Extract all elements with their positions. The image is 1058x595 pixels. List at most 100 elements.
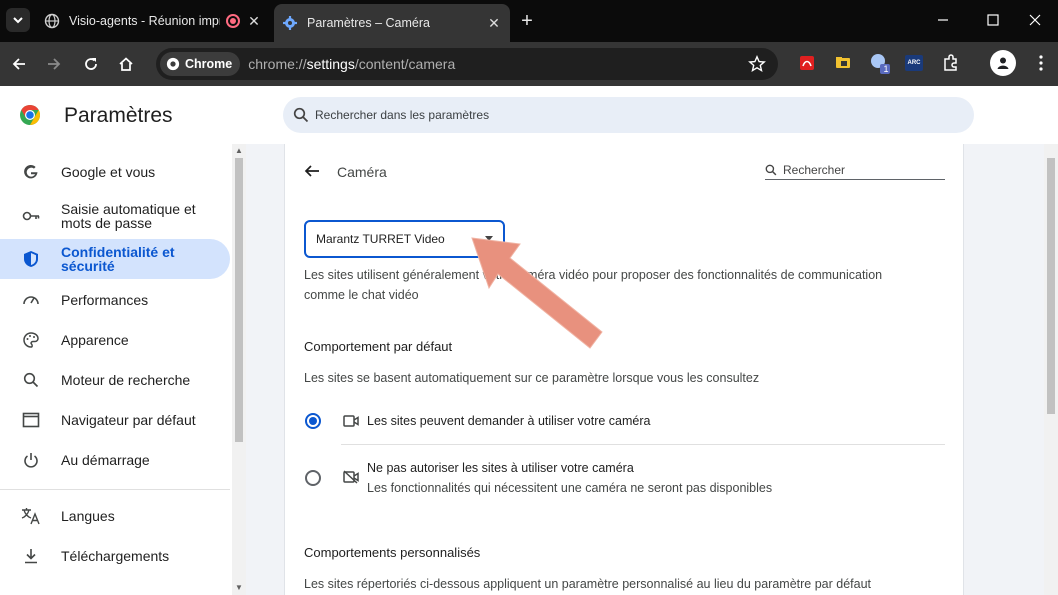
search-placeholder: Rechercher <box>783 162 846 177</box>
minimize-button[interactable] <box>920 0 966 40</box>
browser-icon <box>21 410 41 430</box>
default-behavior-subtitle: Les sites se basent automatiquement sur … <box>304 371 760 385</box>
globe-icon <box>44 13 60 29</box>
home-button[interactable] <box>112 50 140 78</box>
download-icon <box>21 546 41 566</box>
site-search-input[interactable]: Rechercher <box>765 160 945 180</box>
close-window-button[interactable] <box>1012 0 1058 40</box>
key-icon <box>21 206 41 226</box>
browser-toolbar: Chrome chrome://settings/content/camera … <box>0 42 1058 86</box>
option-divider <box>341 444 945 445</box>
recording-icon <box>226 14 240 28</box>
camera-description: Les sites utilisent généralement votre c… <box>304 268 883 302</box>
url-text: chrome://settings/content/camera <box>248 56 456 72</box>
search-icon <box>21 370 41 390</box>
sidebar-scrollbar[interactable]: ▲ ▼ <box>232 144 246 595</box>
new-tab-button[interactable]: + <box>516 10 538 32</box>
extension-badge: 1 <box>883 64 889 74</box>
translate-icon <box>21 506 41 526</box>
home-icon <box>119 57 133 71</box>
close-icon <box>1029 14 1041 26</box>
profile-avatar-icon[interactable] <box>990 50 1016 76</box>
shield-icon <box>21 249 41 269</box>
sidebar-item-appearance[interactable]: Apparence <box>0 327 230 353</box>
maximize-icon <box>987 14 999 26</box>
chevron-down-icon <box>13 17 23 24</box>
scroll-up-icon[interactable]: ▲ <box>235 147 243 155</box>
reload-icon <box>85 58 97 70</box>
arc-extension-icon[interactable]: ARC <box>903 52 925 74</box>
sidebar-item-downloads[interactable]: Téléchargements <box>0 543 230 569</box>
address-bar[interactable]: Chrome chrome://settings/content/camera <box>156 48 778 80</box>
page-title: Paramètres <box>64 104 173 127</box>
tab-strip: Visio-agents - Réunion impr ✕ Paramètres… <box>0 0 1058 42</box>
settings-gear-icon <box>282 15 298 31</box>
google-icon <box>21 162 41 182</box>
custom-behaviors-subtitle: Les sites répertoriés ci-dessous appliqu… <box>304 577 871 591</box>
folder-extension-icon[interactable] <box>832 52 854 74</box>
palette-icon <box>21 330 41 350</box>
arrow-right-icon <box>48 58 61 70</box>
sidebar-item-search-engine[interactable]: Moteur de recherche <box>0 367 230 393</box>
settings-search-input[interactable]: Rechercher dans les paramètres <box>283 97 974 133</box>
sidebar-item-languages[interactable]: Langues <box>0 503 230 529</box>
camera-off-icon <box>343 470 359 484</box>
scrollbar-thumb[interactable] <box>235 158 243 442</box>
profile-extension-icon[interactable]: 1 <box>869 52 891 74</box>
forward-button[interactable] <box>40 50 68 78</box>
option-allow-label[interactable]: Les sites peuvent demander à utiliser vo… <box>367 414 650 428</box>
tab-parametres-camera[interactable]: Paramètres – Caméra ✕ <box>274 4 510 42</box>
sidebar-item-default-browser[interactable]: Navigateur par défaut <box>0 407 230 433</box>
scrollbar-thumb[interactable] <box>1047 158 1055 414</box>
bookmark-star-icon[interactable] <box>748 55 766 73</box>
select-value: Marantz TURRET Video <box>316 232 445 246</box>
radio-allow[interactable] <box>305 413 321 429</box>
camera-icon <box>343 415 359 427</box>
sidebar-divider <box>0 489 230 490</box>
radio-block[interactable] <box>305 470 321 486</box>
arrow-left-icon <box>12 58 25 70</box>
close-tab-icon[interactable]: ✕ <box>486 15 502 31</box>
tab-title: Visio-agents - Réunion impr <box>69 14 220 28</box>
chrome-logo-icon <box>20 105 40 125</box>
gauge-icon <box>21 290 41 310</box>
sidebar-item-autofill[interactable]: Saisie automatique et mots de passe <box>0 196 230 236</box>
search-icon <box>765 164 777 175</box>
tab-title: Paramètres – Caméra <box>307 16 430 30</box>
search-icon <box>293 107 309 123</box>
option-block-label[interactable]: Ne pas autoriser les sites à utiliser vo… <box>367 461 634 475</box>
back-arrow-icon[interactable] <box>303 162 321 180</box>
more-menu-icon[interactable] <box>1030 52 1052 74</box>
sidebar-item-on-startup[interactable]: Au démarrage <box>0 447 230 473</box>
settings-header: Paramètres Rechercher dans les paramètre… <box>0 86 1058 144</box>
sidebar-item-google[interactable]: Google et vous <box>0 159 230 185</box>
camera-settings-card: Caméra Rechercher Marantz TURRET Video L… <box>284 144 964 595</box>
settings-main: Caméra Rechercher Marantz TURRET Video L… <box>246 144 1058 595</box>
option-block-sublabel: Les fonctionnalités qui nécessitent une … <box>367 481 773 495</box>
reload-button[interactable] <box>77 50 105 78</box>
pdf-extension-icon[interactable] <box>796 52 818 74</box>
tab-search-button[interactable] <box>6 8 30 32</box>
search-placeholder: Rechercher dans les paramètres <box>315 108 490 122</box>
extensions-puzzle-icon[interactable] <box>940 52 962 74</box>
default-behavior-heading: Comportement par défaut <box>304 339 453 354</box>
tab-visio-agents[interactable]: Visio-agents - Réunion impr ✕ <box>36 6 270 36</box>
back-button[interactable] <box>5 50 33 78</box>
custom-behaviors-heading: Comportements personnalisés <box>304 545 481 560</box>
chrome-logo-icon <box>166 57 180 71</box>
minimize-icon <box>938 19 948 21</box>
chip-label: Chrome <box>185 57 233 71</box>
page-heading: Caméra <box>337 164 387 180</box>
chevron-down-icon <box>485 236 493 241</box>
arc-label: ARC <box>905 55 923 71</box>
power-icon <box>21 450 41 470</box>
maximize-button[interactable] <box>970 0 1016 40</box>
camera-device-select[interactable]: Marantz TURRET Video <box>304 220 505 258</box>
sidebar-item-privacy[interactable]: Confidentialité et sécurité <box>0 239 230 279</box>
main-scrollbar[interactable] <box>1044 144 1058 595</box>
site-info-chip[interactable]: Chrome <box>160 52 241 76</box>
sidebar-item-performance[interactable]: Performances <box>0 287 230 313</box>
settings-sidebar: Google et vous Saisie automatique et mot… <box>0 144 246 595</box>
close-tab-icon[interactable]: ✕ <box>246 13 262 29</box>
scroll-down-icon[interactable]: ▼ <box>235 584 243 592</box>
